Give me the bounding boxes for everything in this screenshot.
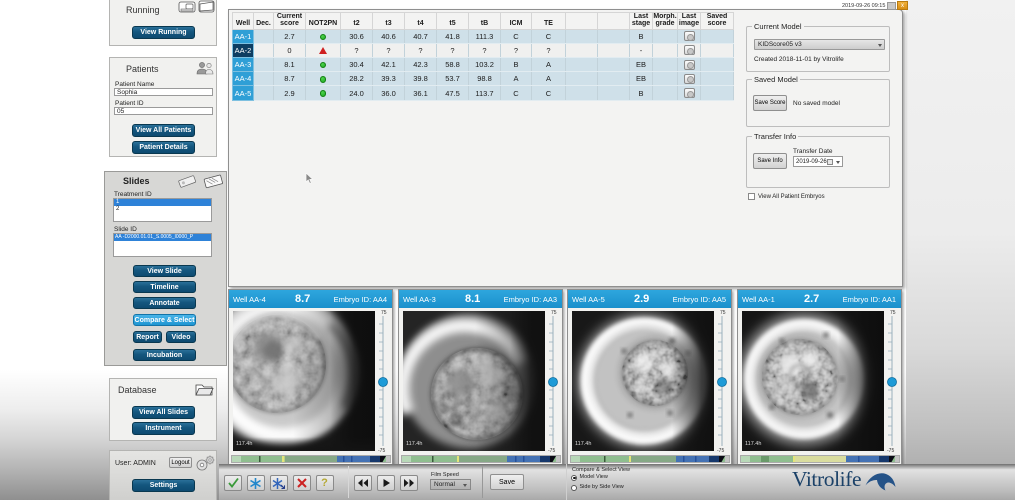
svg-text:-75: -75 xyxy=(887,448,894,454)
svg-text:-75: -75 xyxy=(717,448,724,454)
svg-text:75: 75 xyxy=(551,310,557,316)
svg-text:75: 75 xyxy=(381,310,387,316)
svg-text:-75: -75 xyxy=(378,448,385,454)
svg-text:75: 75 xyxy=(720,310,726,316)
svg-text:-75: -75 xyxy=(548,448,555,454)
svg-text:75: 75 xyxy=(890,310,896,316)
